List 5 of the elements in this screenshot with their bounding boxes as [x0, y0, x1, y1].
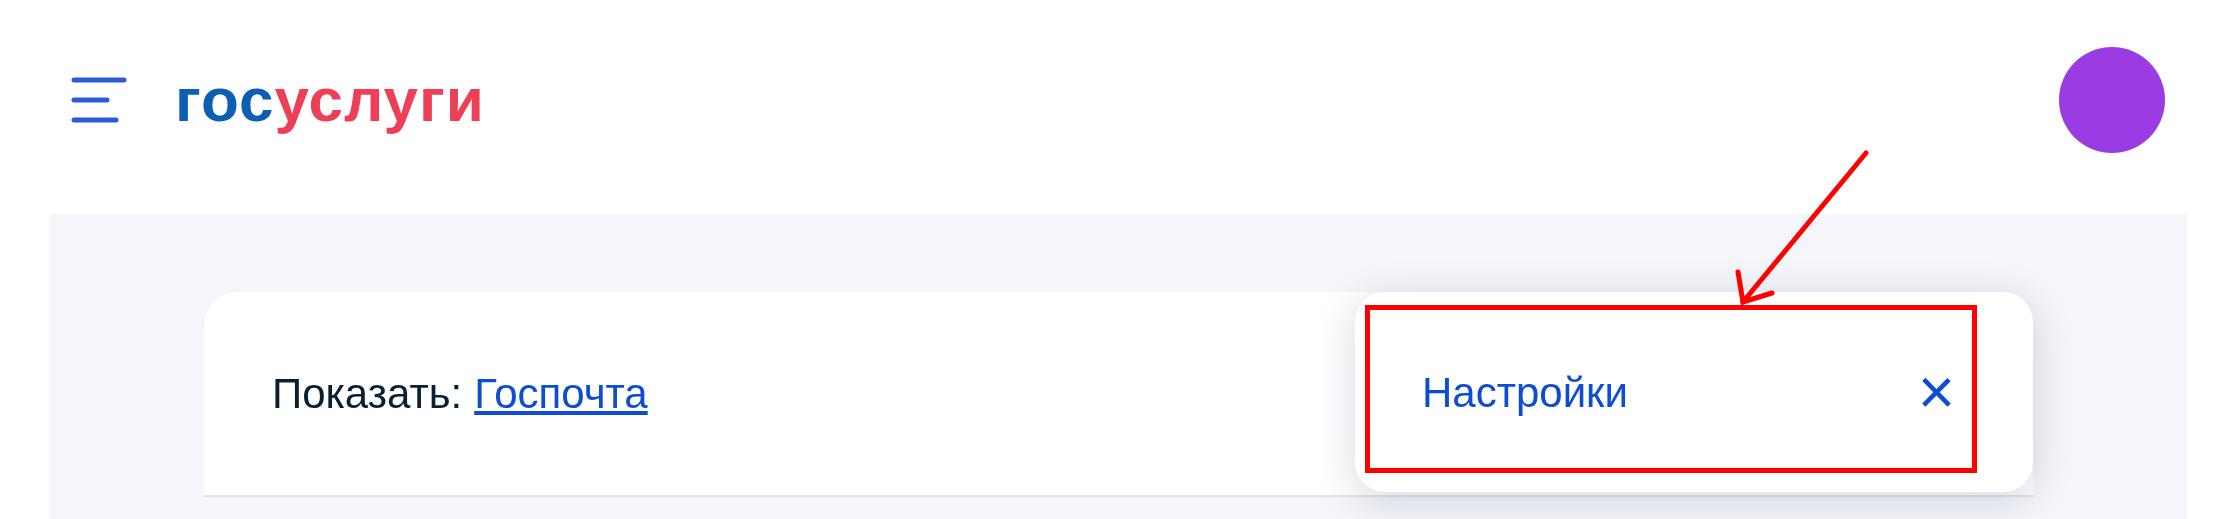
filter-label: Показать: [272, 369, 463, 419]
menu-icon[interactable] [71, 77, 127, 123]
filter-link[interactable]: Госпочта [474, 362, 648, 425]
close-button[interactable]: × [1917, 360, 1955, 424]
settings-link[interactable]: Настройки [1422, 360, 1628, 424]
